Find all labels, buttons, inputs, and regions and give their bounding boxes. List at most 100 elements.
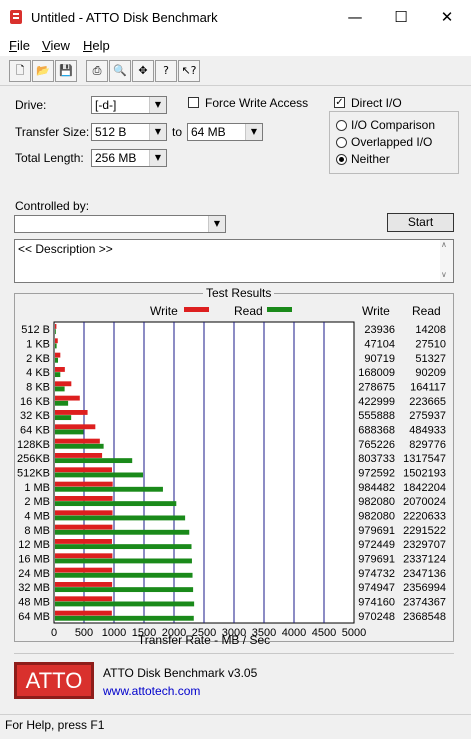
- write-bar: [55, 596, 113, 602]
- website-link[interactable]: www.attotech.com: [103, 684, 200, 698]
- drive-label: Drive:: [15, 98, 47, 112]
- print-preview-icon[interactable]: 🔍: [109, 60, 131, 82]
- write-bar: [55, 567, 113, 573]
- read-value: 1502193: [403, 468, 446, 480]
- menu-file[interactable]: File: [9, 38, 30, 53]
- menu-view[interactable]: View: [42, 38, 70, 53]
- y-category-label: 48 MB: [18, 597, 50, 609]
- y-category-label: 8 MB: [24, 525, 50, 537]
- minimize-button[interactable]: —: [332, 0, 378, 34]
- x-tick-label: 4500: [312, 627, 336, 639]
- y-category-label: 32 MB: [18, 582, 50, 594]
- transfer-size-from-select[interactable]: 512 B ▼: [91, 123, 167, 141]
- start-button[interactable]: Start: [387, 213, 454, 232]
- legend-read-swatch: [267, 307, 292, 312]
- write-value: 979691: [358, 554, 395, 566]
- x-tick-label: 1000: [102, 627, 126, 639]
- x-tick-label: 0: [51, 627, 57, 639]
- read-value: 2356994: [403, 582, 446, 594]
- read-value: 2374367: [403, 597, 446, 609]
- read-bar: [55, 386, 65, 392]
- y-category-label: 512KB: [17, 468, 50, 480]
- maximize-button[interactable]: ☐: [378, 0, 424, 34]
- read-value: 2070024: [403, 496, 446, 508]
- transfer-size-to-select[interactable]: 64 MB ▼: [187, 123, 263, 141]
- write-bar: [55, 582, 113, 587]
- app-icon: [10, 10, 22, 24]
- help-icon[interactable]: ?: [155, 60, 177, 82]
- close-button[interactable]: ✕: [424, 0, 470, 34]
- x-tick-label: 5000: [342, 627, 366, 639]
- write-value: 555888: [358, 410, 395, 422]
- y-category-label: 128KB: [17, 439, 50, 451]
- column-header-write: Write: [362, 304, 390, 318]
- write-bar: [55, 381, 72, 387]
- read-value: 2368548: [403, 611, 446, 623]
- write-value: 688368: [358, 425, 395, 437]
- x-axis-label: Transfer Rate - MB / Sec: [138, 633, 270, 647]
- open-icon[interactable]: 📂: [32, 60, 54, 82]
- total-length-select[interactable]: 256 MB ▼: [91, 149, 167, 167]
- atto-logo: ATTO: [14, 662, 94, 699]
- overlapped-io-label: Overlapped I/O: [351, 135, 433, 149]
- save-icon[interactable]: 💾: [55, 60, 77, 82]
- read-bar: [55, 486, 163, 492]
- status-text: For Help, press F1: [5, 718, 105, 732]
- scroll-down-icon[interactable]: ∨: [441, 270, 447, 279]
- read-value: 223665: [409, 396, 446, 408]
- write-bar: [55, 467, 112, 473]
- io-comparison-label: I/O Comparison: [351, 118, 436, 132]
- neither-radio[interactable]: [336, 154, 347, 165]
- transfer-size-label: Transfer Size:: [15, 125, 90, 139]
- chevron-down-icon: ▼: [149, 124, 166, 140]
- overlapped-io-radio[interactable]: [336, 137, 347, 148]
- context-help-icon[interactable]: ↖?: [178, 60, 200, 82]
- x-tick-label: 4000: [282, 627, 306, 639]
- write-bar: [55, 553, 113, 559]
- direct-io-checkbox[interactable]: ✓: [334, 97, 345, 108]
- force-write-checkbox[interactable]: [188, 97, 199, 108]
- read-value: 14208: [415, 324, 446, 336]
- write-value: 984482: [358, 482, 395, 494]
- read-bar: [55, 400, 69, 406]
- read-value: 2220633: [403, 511, 446, 523]
- read-bar: [55, 472, 144, 478]
- write-value: 765226: [358, 439, 395, 451]
- write-value: 90719: [364, 353, 395, 365]
- io-comparison-radio[interactable]: [336, 120, 347, 131]
- write-value: 168009: [358, 367, 395, 379]
- controlled-by-select[interactable]: ▼: [14, 215, 226, 233]
- write-bar: [55, 524, 113, 530]
- write-value: 972449: [358, 539, 395, 551]
- print-icon[interactable]: ⎙: [86, 60, 108, 82]
- force-write-label: Force Write Access: [205, 96, 309, 110]
- write-bar: [55, 539, 112, 544]
- read-bar: [55, 501, 177, 507]
- read-bar: [55, 429, 84, 435]
- read-bar: [55, 544, 192, 550]
- read-bar: [55, 601, 195, 607]
- read-bar: [55, 343, 57, 349]
- controlled-by-label: Controlled by:: [15, 199, 90, 213]
- scroll-up-icon[interactable]: ∧: [441, 240, 447, 249]
- write-bar: [55, 481, 113, 487]
- write-value: 982080: [358, 496, 395, 508]
- move-icon[interactable]: ✥: [132, 60, 154, 82]
- read-bar: [55, 615, 194, 621]
- y-category-label: 1 KB: [26, 339, 50, 351]
- y-category-label: 24 MB: [18, 568, 50, 580]
- read-bar: [55, 329, 56, 335]
- product-version: ATTO Disk Benchmark v3.05: [103, 666, 258, 680]
- drive-select[interactable]: [-d-] ▼: [91, 96, 167, 114]
- to-label: to: [172, 125, 183, 139]
- read-value: 829776: [409, 439, 446, 451]
- new-icon[interactable]: 🗋: [9, 60, 31, 82]
- y-category-label: 2 KB: [26, 353, 50, 365]
- total-length-label: Total Length:: [15, 151, 84, 165]
- read-value: 484933: [409, 425, 446, 437]
- y-category-label: 4 KB: [26, 367, 50, 379]
- read-value: 275937: [409, 410, 446, 422]
- menu-help[interactable]: Help: [83, 38, 110, 53]
- read-bar: [55, 529, 190, 535]
- benchmark-chart: Write Read Write Read 512 B 23936 14208 1 K…: [17, 304, 446, 647]
